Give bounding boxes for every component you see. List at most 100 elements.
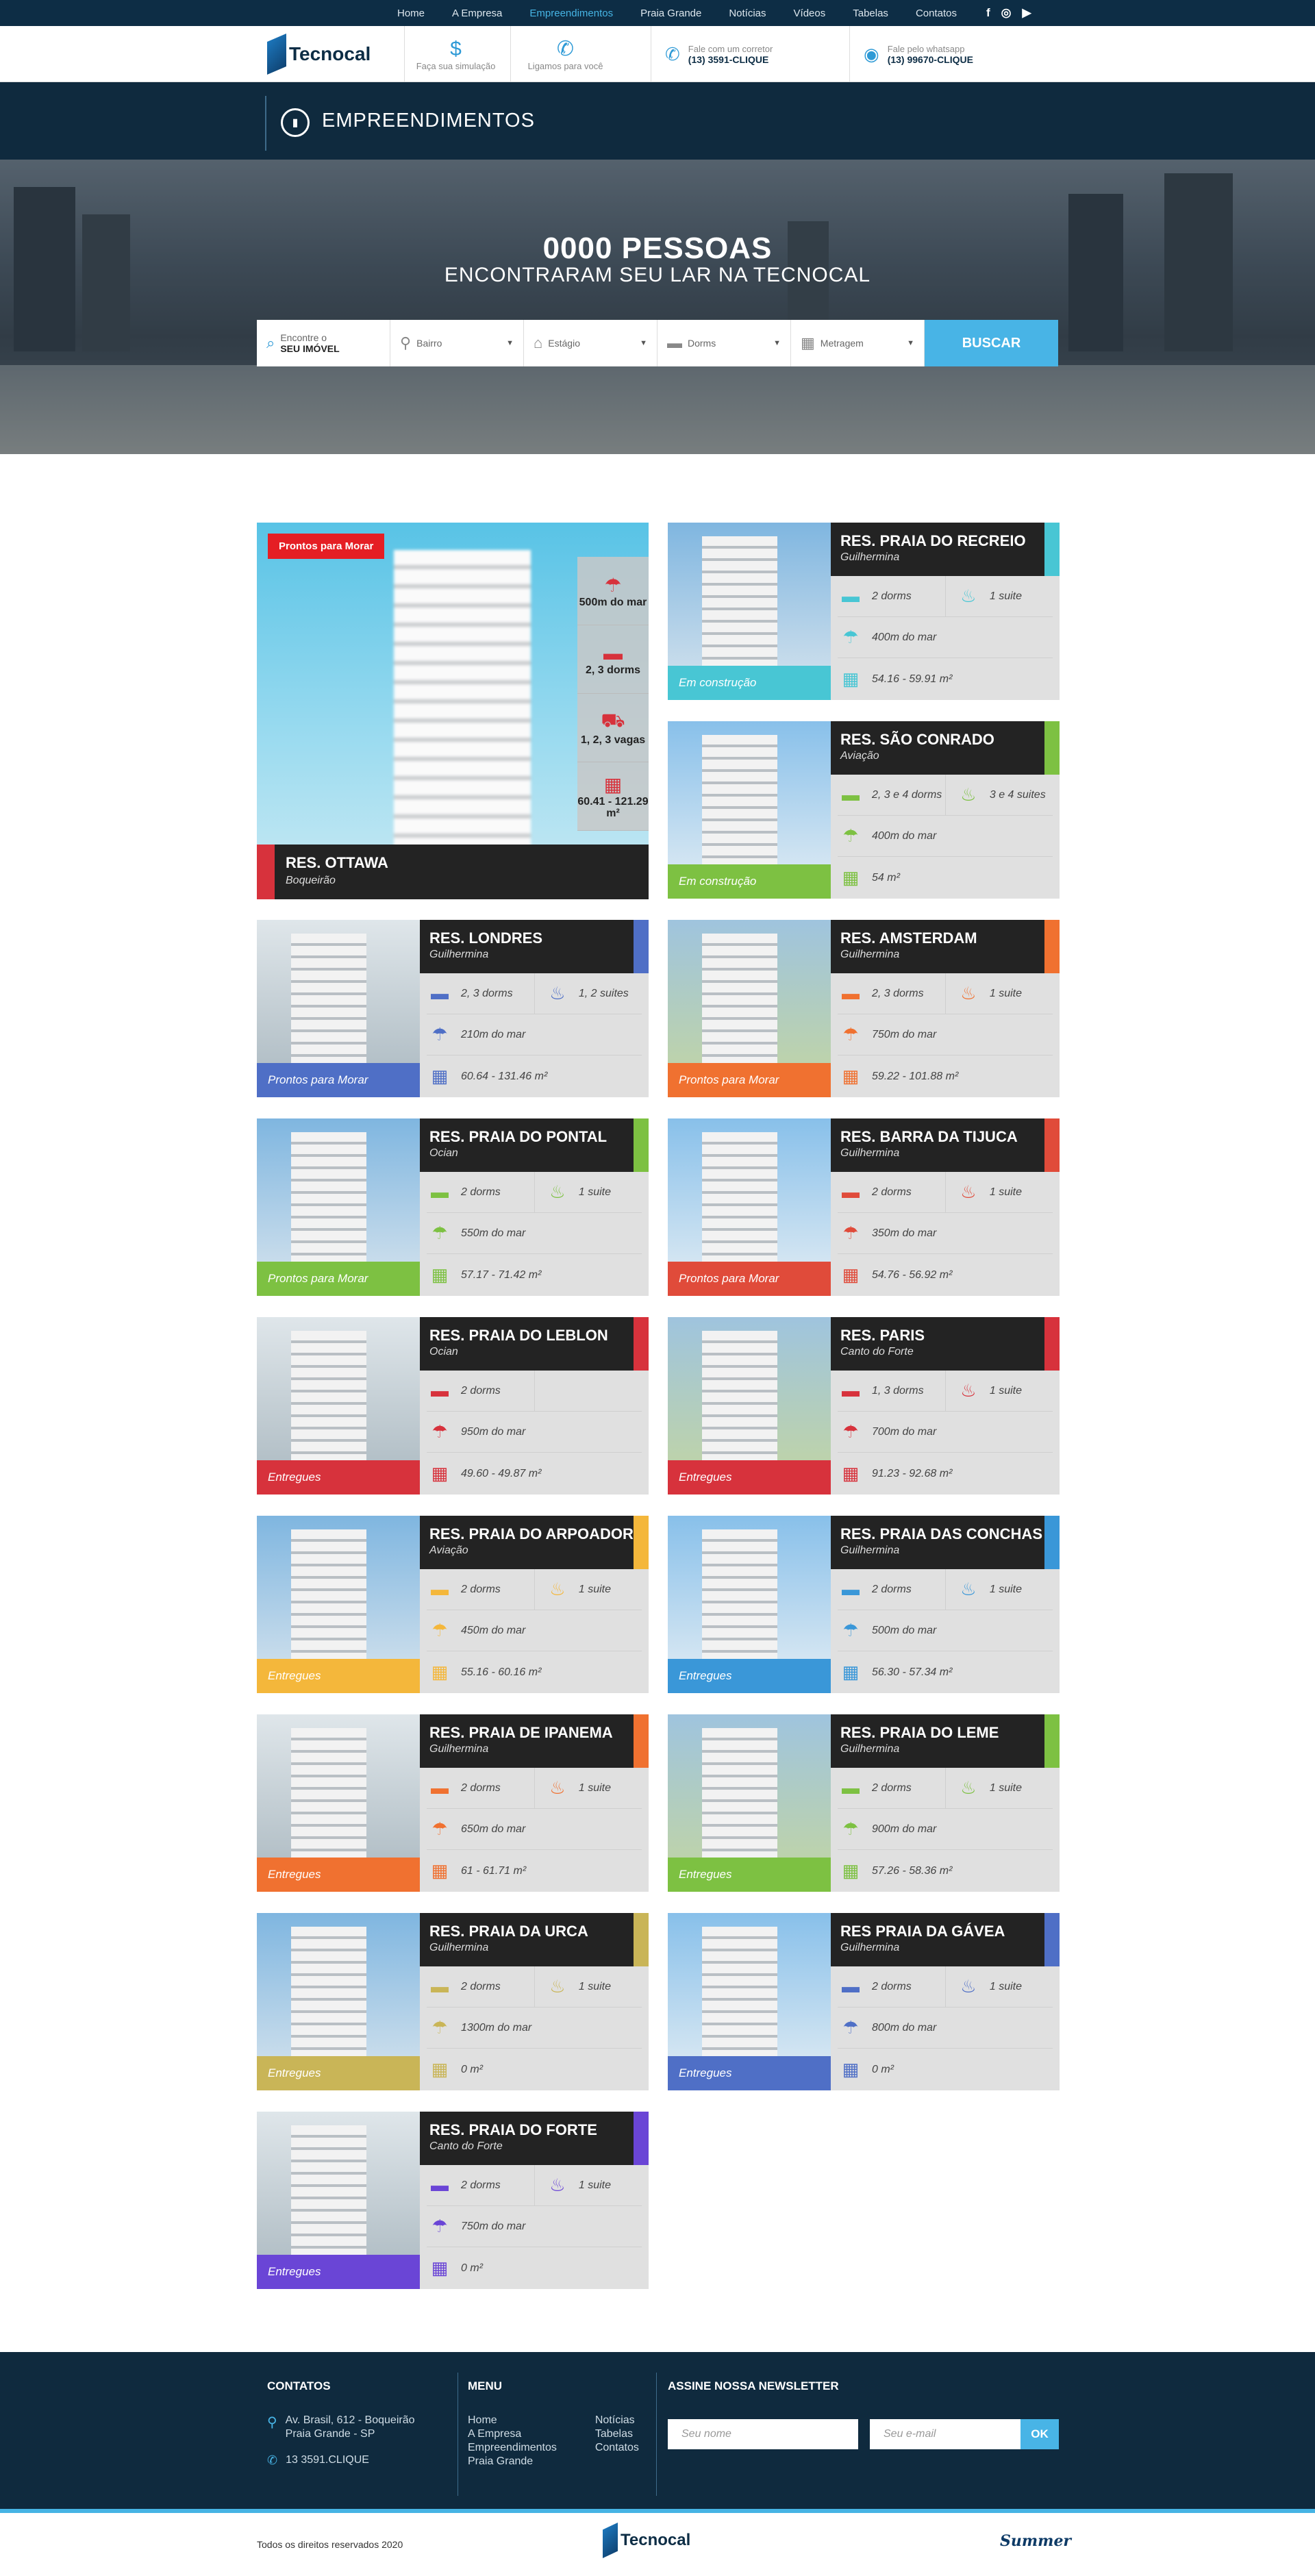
spec-row: ☂ 650m do mar [427,1809,642,1850]
spec-row: ▦ 54.76 - 56.92 m² [838,1254,1053,1295]
simulation-link[interactable]: $ Faça sua simulação [404,26,507,82]
featured-card[interactable]: Prontos para Morar ☂ 500m do mar ▬ 2, 3 … [257,523,649,899]
nav-empresa[interactable]: A Empresa [452,8,502,19]
broker-phone: (13) 3591-CLIQUE [688,53,769,65]
bathtub-icon: ♨ [549,1181,566,1202]
property-card[interactable]: Entregues RES. PRAIA DAS CONCHAS Guilhermi… [668,1516,1060,1693]
property-accent [634,920,649,973]
search-button[interactable]: BUSCAR [925,320,1058,366]
phone-icon: ✆ [267,2453,278,2467]
footer-link-empreendimentos[interactable]: Empreendimentos [468,2441,557,2455]
bairro-select[interactable]: ⚲ Bairro ▼ [390,320,524,366]
search-icon: ⌕ [266,334,275,351]
spec-mar-value: 210m do mar [461,1029,526,1040]
property-card[interactable]: Prontos para Morar RES. BARRA DA TIJUCA Gu… [668,1118,1060,1296]
spec-area-value: 61 - 61.71 m² [461,1864,527,1877]
property-accent [634,1118,649,1172]
property-header: RES. SÃO CONRADO Aviação [831,721,1044,775]
property-card[interactable]: Entregues RES. PRAIA DO ARPOADOR Aviação ▬ 2… [257,1516,649,1693]
spec-mar: ☂ 800m do mar [838,2008,936,2049]
property-card[interactable]: Prontos para Morar RES. PRAIA DO PONTAL Oc… [257,1118,649,1296]
nav-home[interactable]: Home [397,8,425,19]
callback-link[interactable]: ✆ Ligamos para você [510,26,620,82]
spec-mar: ☂ 210m do mar [427,1014,525,1055]
nav-contatos[interactable]: Contatos [916,8,957,19]
property-card[interactable]: Entregues RES PRAIA DA GÁVEA Guilhermina ▬ 2… [668,1913,1060,2090]
car-icon: ⛟ [601,710,625,731]
building-icon: ▮ [281,108,310,137]
property-specs: ▬ 2, 3 dorms ♨ 1, 2 suites ☂ 210m do mar ▦ 60.6… [420,973,649,1097]
property-card[interactable]: Prontos para Morar RES. LONDRES Guilhermin… [257,920,649,1097]
spec-suites-value: 1 suite [578,1186,611,1198]
spec-row: ☂ 210m do mar [427,1014,642,1055]
footer-link-home[interactable]: Home [468,2414,557,2427]
estagio-select[interactable]: ⌂ Estágio ▼ [524,320,658,366]
spec-suites-value: 1 suite [578,1584,611,1595]
property-accent [634,2112,649,2165]
bed-icon: ▬ [667,334,682,351]
spec-dorms-value: 2 dorms [872,1782,912,1794]
spec-area-value: 0 m² [872,2063,894,2075]
spec-suites-value: 1 suite [578,1981,611,1992]
property-header: RES. PRAIA DO PONTAL Ocian [420,1118,634,1172]
property-card[interactable]: Em construção RES. PRAIA DO RECREIO Guilhe… [668,523,1060,700]
property-card[interactable]: Entregues RES. PRAIA DO FORTE Canto do For… [257,2112,649,2289]
property-card[interactable]: Entregues RES. PRAIA DA URCA Guilhermina ▬ 2… [257,1913,649,2090]
spec-suites: ♨ 1 suite [944,1370,1053,1412]
newsletter-email-input[interactable]: Seu e-mail [870,2419,1020,2449]
nav-praia-grande[interactable]: Praia Grande [640,8,701,19]
footer-link-noticias[interactable]: Notícias [595,2414,639,2427]
property-specs: ▬ 2 dorms ♨ 1 suite ☂ 500m do mar ▦ 56.30 - 57.… [831,1568,1060,1693]
whatsapp-contact[interactable]: ◉ Fale pelo whatsapp (13) 99670-CLIQUE [849,26,1055,82]
property-accent [1044,1714,1060,1768]
property-header: RES. PRAIA DO FORTE Canto do Forte [420,2112,634,2165]
footer-link-contatos[interactable]: Contatos [595,2441,639,2455]
floorplan-icon: ▦ [842,668,860,689]
agency-signature[interactable]: Summer [1000,2532,1071,2550]
metragem-label: Metragem [820,338,864,349]
spec-mar-value: 700m do mar [872,1426,937,1438]
floorplan-icon: ▦ [842,1264,860,1285]
property-accent [1044,1516,1060,1569]
property-card[interactable]: Em construção RES. SÃO CONRADO Aviação ▬ 2, … [668,721,1060,899]
property-bairro: Ocian [429,1346,458,1358]
facebook-icon[interactable]: f [986,6,990,20]
property-name: RES. PRAIA DE IPANEMA [429,1724,613,1741]
logo-mark [603,2523,618,2558]
dorms-select[interactable]: ▬ Dorms ▼ [658,320,791,366]
instagram-icon[interactable]: ◎ [1001,6,1012,20]
photo-building [291,1529,366,1666]
newsletter-name-input[interactable]: Seu nome [668,2419,858,2449]
property-card[interactable]: Entregues RES. PRAIA DO LEME Guilhermina ▬ 2… [668,1714,1060,1892]
footer-link-empresa[interactable]: A Empresa [468,2427,557,2441]
property-accent [1044,920,1060,973]
footer-logo[interactable]: Tecnocal [603,2523,690,2558]
nav-tabelas[interactable]: Tabelas [853,8,888,19]
beach-icon: ☂ [842,1223,859,1243]
spec-suites: ♨ 1 suite [944,973,1053,1014]
photo-building [702,934,777,1071]
spec-mar: ☂ 900m do mar [838,1809,936,1850]
metragem-select[interactable]: ▦ Metragem ▼ [791,320,925,366]
property-card[interactable]: Prontos para Morar RES. AMSTERDAM Guilherm… [668,920,1060,1097]
nav-noticias[interactable]: Notícias [729,8,766,19]
photo-building [702,735,777,872]
spec-row: ☂ 500m do mar [838,1610,1053,1651]
youtube-icon[interactable]: ▶ [1023,6,1031,20]
footer-link-praia-grande[interactable]: Praia Grande [468,2455,557,2468]
property-card[interactable]: Entregues RES. PRAIA DO LEBLON Ocian ▬ 2 dor… [257,1317,649,1495]
nav-empreendimentos[interactable]: Empreendimentos [529,8,613,19]
footer-link-tabelas[interactable]: Tabelas [595,2427,639,2441]
logo[interactable]: Tecnocal [267,32,371,77]
spec-area-value: 57.17 - 71.42 m² [461,1268,542,1281]
property-card[interactable]: Entregues RES. PRAIA DE IPANEMA Guilhermin… [257,1714,649,1892]
search-field-main[interactable]: ⌕ Encontre o SEU IMÓVEL [257,320,390,366]
newsletter-ok-button[interactable]: OK [1020,2419,1059,2449]
nav-videos[interactable]: Vídeos [794,8,826,19]
broker-contact[interactable]: ✆ Fale com um corretor (13) 3591-CLIQUE [651,26,842,82]
beach-icon: ☂ [431,2017,448,2038]
property-card[interactable]: Entregues RES. PARIS Canto do Forte ▬ 1, 3 d… [668,1317,1060,1495]
footer-phone[interactable]: ✆ 13 3591.CLIQUE [267,2453,415,2468]
floorplan-icon: ▦ [431,2257,449,2278]
footer-address: ⚲ Av. Brasil, 612 - Boqueirão Praia Gran… [267,2414,415,2441]
